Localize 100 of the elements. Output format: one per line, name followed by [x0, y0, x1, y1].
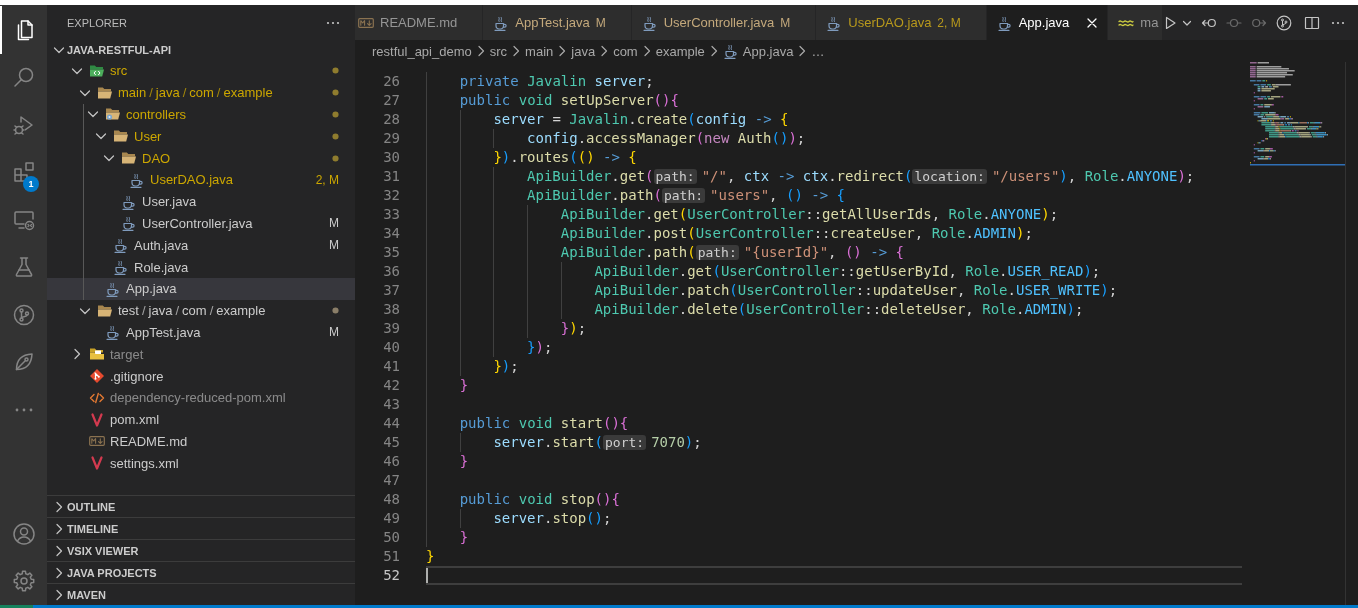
- line-number: 31: [382, 166, 400, 186]
- section-header[interactable]: JAVA PROJECTS: [47, 561, 355, 583]
- tree-item[interactable]: dependency-reduced-pom.xml: [47, 386, 355, 409]
- editor-tab[interactable]: UserController.java M: [631, 5, 817, 40]
- person-icon[interactable]: [11, 521, 36, 546]
- tree-item[interactable]: Role.java: [47, 256, 355, 278]
- folder-icon: [89, 346, 105, 363]
- tree-item[interactable]: App.java: [47, 277, 355, 300]
- editor-tab[interactable]: ma: [1108, 5, 1162, 40]
- line-number: 33: [382, 204, 400, 224]
- tree-item[interactable]: User.java: [47, 190, 355, 213]
- tree-item[interactable]: UserController.java M: [47, 212, 355, 235]
- coffee-cup-icon: [113, 259, 129, 276]
- code-line: public void start(){: [459, 413, 629, 433]
- code-line: config.accessManager(new Auth());: [527, 128, 806, 148]
- git-status: M: [595, 15, 606, 30]
- coffee-cup-icon: [722, 43, 739, 59]
- tree-item[interactable]: README.md: [47, 430, 355, 453]
- line-number: 40: [382, 337, 400, 357]
- editor-tab[interactable]: AppTest.java M: [483, 5, 632, 40]
- breadcrumb-item[interactable]: example: [655, 43, 705, 59]
- line-number: 51: [382, 546, 400, 566]
- search-icon[interactable]: [11, 65, 36, 90]
- breadcrumb-item[interactable]: com: [613, 43, 638, 59]
- tree-item[interactable]: pom.xml: [47, 408, 355, 431]
- coffee-cup-icon: [826, 14, 843, 31]
- tree-item[interactable]: settings.xml: [47, 452, 355, 475]
- tree-item[interactable]: User: [47, 125, 355, 148]
- coffee-cup-icon: [105, 324, 121, 341]
- v-mark-icon: [89, 455, 105, 472]
- code-line: ApiBuilder.delete(UserController::deleteUser, Role.ADMIN);: [594, 299, 1084, 319]
- coffee-cup-icon: [121, 215, 137, 232]
- git-status: M: [329, 325, 339, 340]
- editor-tab[interactable]: UserDAO.java 2, M: [816, 5, 987, 40]
- diamond-icon: [89, 368, 105, 385]
- git-status: M: [329, 238, 339, 253]
- section-header[interactable]: OUTLINE: [47, 495, 355, 517]
- folder-icon: [105, 106, 121, 123]
- breadcrumb-item[interactable]: …: [811, 43, 825, 59]
- line-number: 38: [382, 299, 400, 319]
- breadcrumb-item[interactable]: restful_api_demo: [372, 43, 472, 59]
- code-line: public void stop(){: [459, 489, 620, 509]
- code-line: });: [527, 337, 553, 357]
- code-line: public void setUpServer(){: [459, 90, 679, 110]
- code-line: }: [459, 451, 469, 471]
- code-line: }).routes(() -> {: [493, 147, 637, 167]
- sidebar-title: EXPLORER: [67, 16, 127, 29]
- tree-item[interactable]: controllers: [47, 103, 355, 126]
- section-header[interactable]: TIMELINE: [47, 517, 355, 539]
- coffee-cup-icon: [129, 171, 145, 188]
- code-line: server.start(port: 7070);: [493, 432, 702, 452]
- tree-item[interactable]: UserDAO.java 2, M: [47, 169, 355, 191]
- code-line: ApiBuilder.patch(UserController::updateUser, Role.USER_WRITE);: [594, 280, 1118, 300]
- line-number: 43: [382, 394, 400, 414]
- coffee-cup-icon: [113, 237, 129, 254]
- section-header[interactable]: VSIX VIEWER: [47, 539, 355, 561]
- breadcrumb-item[interactable]: main: [525, 43, 554, 59]
- code-line: private Javalin server;: [459, 71, 654, 91]
- coffee-cup-icon: [996, 14, 1013, 31]
- line-number: 52: [382, 565, 400, 585]
- code-line: }: [459, 527, 469, 547]
- code-line: ApiBuilder.get(UserController::getUserById, Role.USER_READ);: [594, 261, 1101, 281]
- branch-circle-icon[interactable]: [1276, 14, 1292, 31]
- code-line: }: [459, 375, 469, 395]
- tree-item[interactable]: src: [47, 60, 355, 82]
- tree-item[interactable]: target: [47, 343, 355, 366]
- line-number: 34: [382, 223, 400, 243]
- coffee-cup-icon: [641, 14, 658, 31]
- split-editor-icon[interactable]: [1304, 14, 1320, 31]
- breadcrumb-item[interactable]: App.java: [722, 43, 794, 59]
- coffee-cup-icon: [105, 280, 121, 297]
- folder-icon: [121, 150, 137, 167]
- line-number: 41: [382, 356, 400, 376]
- settings-icon[interactable]: [11, 569, 36, 594]
- code-line: });: [493, 356, 519, 376]
- breadcrumb-item[interactable]: src: [489, 43, 508, 59]
- tree-item[interactable]: Auth.java M: [47, 234, 355, 257]
- code-line: });: [560, 318, 587, 338]
- code-line: server = Javalin.create(config -> {: [493, 109, 789, 129]
- line-number: 42: [382, 375, 400, 395]
- minimap-drawing[interactable]: [1250, 62, 1345, 166]
- line-number: 36: [382, 261, 400, 281]
- folder-header[interactable]: JAVA-RESTFUL-API: [47, 40, 355, 60]
- folder-icon: [113, 128, 129, 145]
- tree-item[interactable]: .gitignore: [47, 365, 355, 387]
- breadcrumb-item[interactable]: java: [571, 43, 596, 59]
- code-line: server.stop();: [493, 508, 612, 528]
- line-number: 37: [382, 280, 400, 300]
- coffee-cup-icon: [121, 193, 137, 210]
- code-line: ApiBuilder.get(UserController::getAllUserIds, Role.ANYONE);: [560, 204, 1059, 224]
- editor-tab[interactable]: README.md: [355, 5, 484, 40]
- line-number: 27: [382, 90, 400, 110]
- editor-tab[interactable]: App.java: [986, 5, 1109, 40]
- squares-icon[interactable]: [11, 160, 36, 185]
- tree-item[interactable]: test/java/com/example: [47, 299, 355, 322]
- tree-item[interactable]: AppTest.java M: [47, 321, 355, 344]
- tree-item[interactable]: DAO: [47, 147, 355, 169]
- tree-item[interactable]: main/java/com/example: [47, 81, 355, 104]
- code-line: ApiBuilder.post(UserController::createUser, Role.ADMIN);: [560, 223, 1033, 243]
- v-mark-icon: [89, 411, 105, 428]
